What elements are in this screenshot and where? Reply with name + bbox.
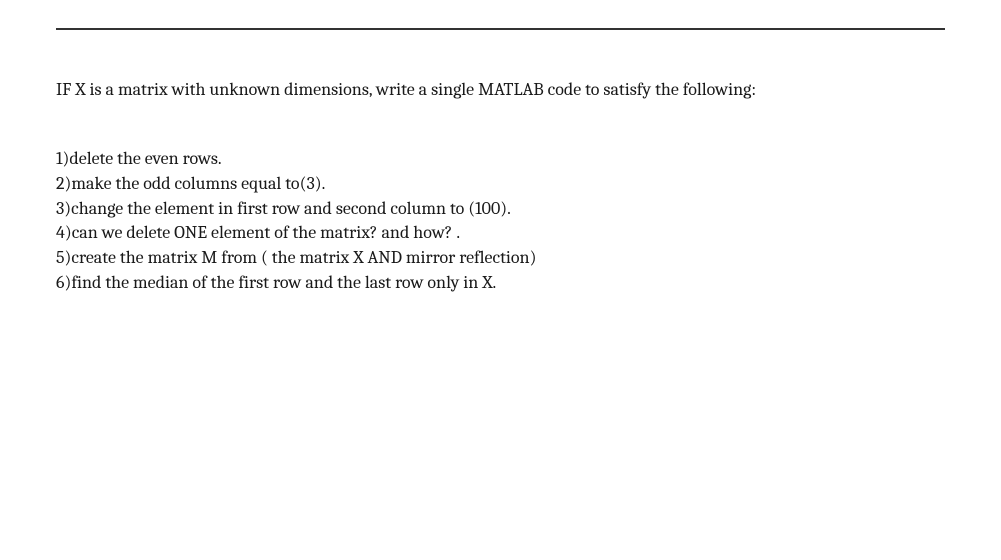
list-item: 3)change the element in first row and se… — [56, 197, 945, 222]
list-item: 4)can we delete ONE element of the matri… — [56, 221, 945, 246]
question-list: 1)delete the even rows. 2)make the odd c… — [56, 147, 945, 296]
horizontal-rule — [56, 28, 945, 30]
list-item: 1)delete the even rows. — [56, 147, 945, 172]
list-item: 5)create the matrix M from ( the matrix … — [56, 246, 945, 271]
document-page: IF X is a matrix with unknown dimensions… — [0, 28, 1001, 296]
list-item: 6)find the median of the first row and t… — [56, 271, 945, 296]
question-prompt: IF X is a matrix with unknown dimensions… — [56, 76, 945, 103]
list-item: 2)make the odd columns equal to(3). — [56, 172, 945, 197]
